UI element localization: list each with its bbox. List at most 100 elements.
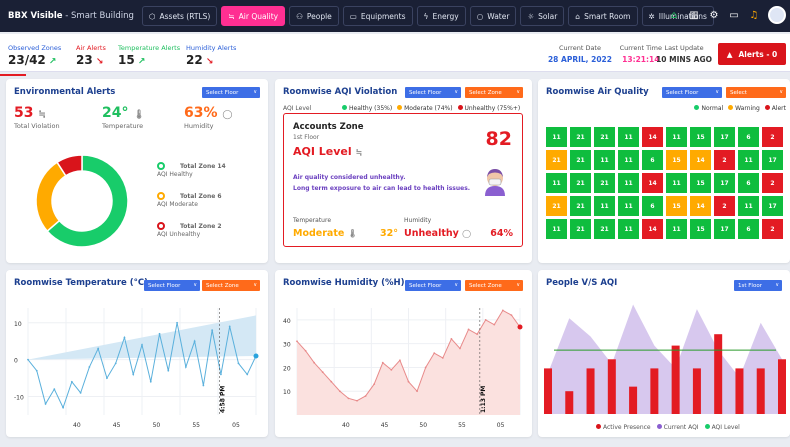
aqi-room-cell[interactable]: 11 [666, 219, 687, 239]
aqi-room-cell[interactable]: 17 [714, 173, 735, 193]
presence-bar[interactable] [778, 359, 786, 414]
aqi-room-cell[interactable]: 2 [714, 196, 735, 216]
aqi-room-cell[interactable]: 14 [690, 150, 711, 170]
user-avatar[interactable] [768, 6, 786, 24]
aqi-room-cell[interactable]: 2 [762, 173, 783, 193]
nav-tab-solar[interactable]: ☼ Solar [520, 6, 565, 26]
home-icon[interactable]: ⌂ [668, 10, 680, 21]
aqi-room-cell[interactable]: 17 [762, 150, 783, 170]
aqi-room-cell[interactable]: 21 [546, 150, 567, 170]
data-point [450, 338, 453, 340]
nav-tab-water[interactable]: ○ Water [469, 6, 517, 26]
presence-bar[interactable] [565, 391, 574, 414]
presence-bar[interactable] [586, 368, 595, 414]
presence-bar[interactable] [735, 368, 744, 414]
floor-select[interactable]: Select Floor ∨ [202, 87, 260, 98]
aqi-room-cell[interactable]: 11 [666, 173, 687, 193]
presence-bar[interactable] [671, 345, 680, 414]
aqi-room-cell[interactable]: 11 [666, 127, 687, 147]
aqi-room-cell[interactable]: 21 [594, 127, 615, 147]
nav-tab-smart-room[interactable]: ⌂ Smart Room [568, 6, 638, 26]
aqi-room-cell[interactable]: 6 [642, 196, 663, 216]
aqi-room-cell[interactable]: 21 [546, 196, 567, 216]
zone-select[interactable]: Select Zone ∨ [465, 280, 523, 291]
nav-tab-people[interactable]: ⚇ People [289, 6, 339, 26]
aqi-room-cell[interactable]: 21 [570, 196, 591, 216]
aqi-room-cell[interactable]: 11 [546, 219, 567, 239]
brand[interactable]: BBX Visible - Smart Building [8, 11, 134, 21]
aqi-room-cell[interactable]: 14 [642, 219, 663, 239]
presence-bar[interactable] [650, 368, 659, 414]
aqi-room-cell[interactable]: 11 [546, 173, 567, 193]
aqi-room-cell[interactable]: 21 [594, 219, 615, 239]
donut-slice[interactable] [35, 161, 67, 233]
aqi-room-cell[interactable]: 14 [642, 127, 663, 147]
zone-select[interactable]: Select Zone ∨ [202, 280, 260, 291]
floor-select[interactable]: Select Floor ∨ [144, 280, 200, 291]
aqi-room-cell[interactable]: 11 [618, 150, 639, 170]
aqi-room-cell[interactable]: 11 [546, 127, 567, 147]
nav-tab-equipments[interactable]: ▭ Equipments [342, 6, 413, 26]
nav-tab-air-quality[interactable]: ≒ Air Quality [221, 6, 286, 26]
layout-icon[interactable]: ▥ [688, 10, 700, 21]
aqi-room-cell[interactable]: 15 [690, 173, 711, 193]
aqi-room-cell[interactable]: 2 [714, 150, 735, 170]
presence-bar[interactable] [544, 368, 552, 414]
presence-bar[interactable] [692, 368, 701, 414]
floor-select[interactable]: Select Floor ∨ [405, 280, 461, 291]
aqi-room-cell[interactable]: 11 [738, 150, 759, 170]
aqi-room-cell[interactable]: 6 [738, 219, 759, 239]
aqi-room-cell[interactable]: 11 [618, 219, 639, 239]
aqi-room-cell[interactable]: 14 [690, 196, 711, 216]
aqi-room-cell[interactable]: 6 [738, 127, 759, 147]
aqi-room-cell[interactable]: 21 [570, 219, 591, 239]
aqi-room-cell[interactable]: 11 [618, 173, 639, 193]
aqi-room-cell[interactable]: 15 [690, 127, 711, 147]
aqi-room-cell[interactable]: 17 [714, 219, 735, 239]
alerts-button[interactable]: ▲ Alerts - 0 [718, 43, 786, 65]
aqi-room-cell[interactable]: 15 [666, 150, 687, 170]
nav-tab-assets-rtls[interactable]: ⬡ Assets (RTLS) [141, 6, 218, 26]
presence-bar[interactable] [756, 368, 765, 414]
current-point[interactable] [517, 324, 523, 330]
nav-tab-energy[interactable]: ϟ Energy [416, 6, 466, 26]
aqi-room-cell[interactable]: 6 [738, 173, 759, 193]
card-title: Roomwise Humidity (%H) [283, 278, 405, 288]
zone-legend-title: Total Zone 2 [146, 221, 222, 230]
presence-bar[interactable] [714, 334, 723, 414]
aqi-room-cell[interactable]: 2 [762, 127, 783, 147]
floor-select-label: Select Floor [666, 89, 699, 96]
aqi-room-cell[interactable]: 11 [738, 196, 759, 216]
aqi-room-cell[interactable]: 15 [666, 196, 687, 216]
aqi-room-cell[interactable]: 11 [594, 196, 615, 216]
data-point [416, 390, 418, 393]
presence-bar[interactable] [607, 359, 616, 414]
floor-select[interactable]: Select Floor ∨ [662, 87, 722, 98]
aqi-room-cell[interactable]: 2 [762, 219, 783, 239]
aqi-room-cell[interactable]: 14 [642, 173, 663, 193]
floor-select[interactable]: Select Floor ∨ [405, 87, 461, 98]
settings-icon[interactable]: ⚙ [708, 10, 720, 21]
aqi-room-cell[interactable]: 21 [570, 150, 591, 170]
aqi-room-cell[interactable]: 17 [714, 127, 735, 147]
aqi-room-cell[interactable]: 11 [594, 150, 615, 170]
aqi-room-cell[interactable]: 21 [594, 173, 615, 193]
data-point [390, 368, 393, 371]
document-icon[interactable]: ▭ [728, 10, 740, 21]
presence-bar[interactable] [629, 386, 638, 414]
aqi-room-cell[interactable]: 21 [570, 173, 591, 193]
current-point[interactable] [253, 353, 259, 359]
aqi-room-cell[interactable]: 15 [690, 219, 711, 239]
data-point [44, 403, 47, 405]
aqi-room-cell[interactable]: 6 [642, 150, 663, 170]
aqi-room-cell[interactable]: 11 [618, 196, 639, 216]
stat-2: Temperature Alerts 15 ↗ [118, 44, 180, 67]
floor-select[interactable]: 1st Floor ∨ [734, 280, 782, 291]
aqi-room-cell[interactable]: 17 [762, 196, 783, 216]
aqi-room-cell[interactable]: 11 [618, 127, 639, 147]
aqi-room-cell[interactable]: 21 [570, 127, 591, 147]
zone-select[interactable]: Select Zone ∨ [465, 87, 523, 98]
zone-detail-box[interactable]: Accounts Zone 1st Floor AQI Level ≒ 82 A… [283, 113, 523, 247]
bell-icon[interactable]: ♫ [748, 10, 760, 21]
zone-select[interactable]: Select ∨ [726, 87, 786, 98]
